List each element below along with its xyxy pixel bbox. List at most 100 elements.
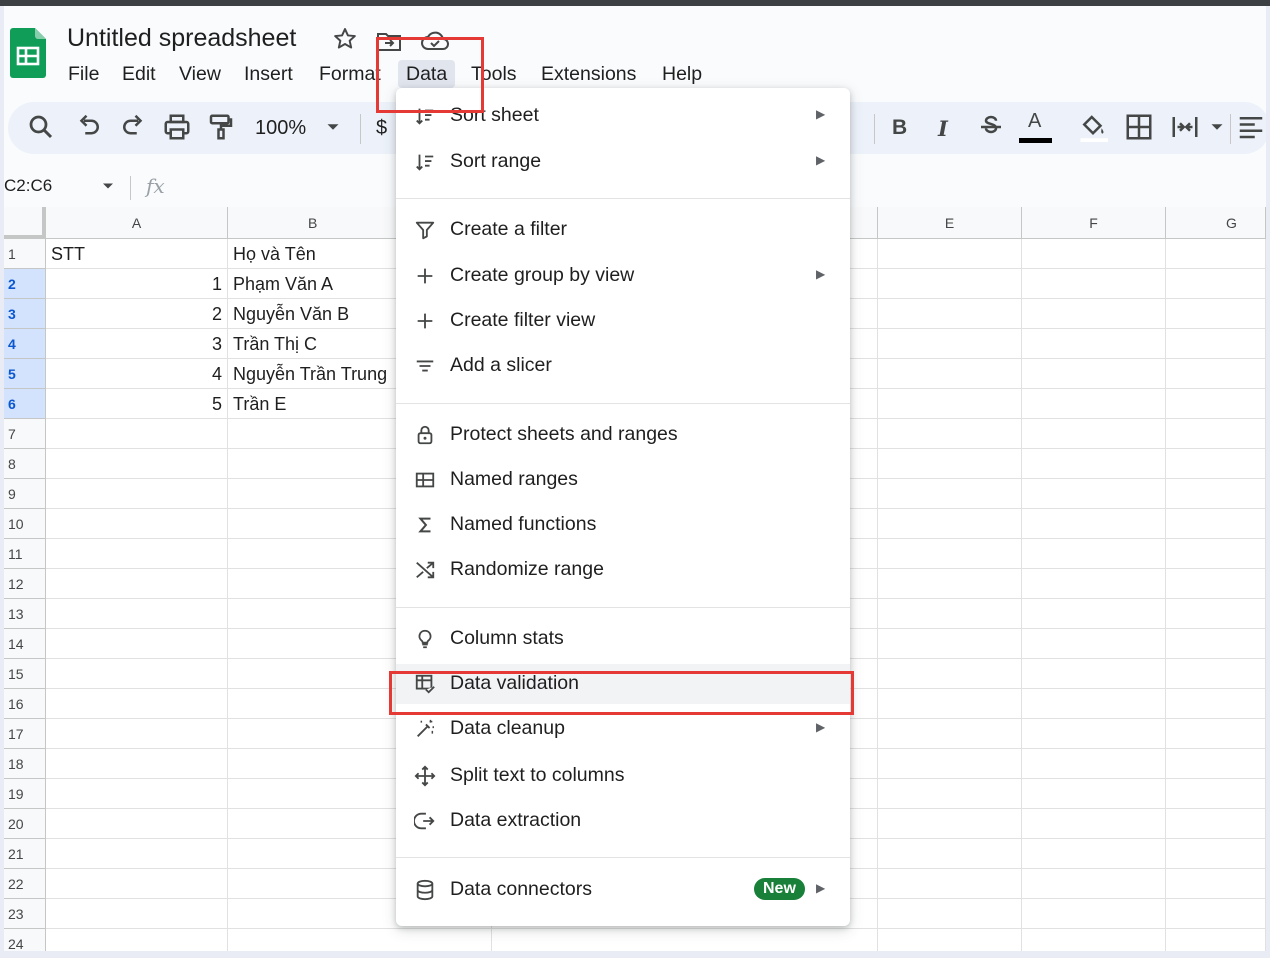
grid-cell[interactable] xyxy=(1166,809,1266,839)
grid-cell[interactable] xyxy=(878,239,1022,269)
column-header-f[interactable]: F xyxy=(1022,207,1166,239)
grid-cell[interactable] xyxy=(878,689,1022,719)
menu-format[interactable]: Format xyxy=(319,60,381,88)
grid-cell[interactable] xyxy=(46,809,228,839)
grid-cell[interactable] xyxy=(878,659,1022,689)
name-box-chevron-down-icon[interactable] xyxy=(98,176,118,196)
column-header-a[interactable]: A xyxy=(46,207,228,239)
align-left-icon[interactable] xyxy=(1236,112,1266,142)
grid-cell[interactable] xyxy=(1166,749,1266,779)
grid-cell[interactable] xyxy=(46,869,228,899)
menu-extensions[interactable]: Extensions xyxy=(541,60,636,88)
row-header[interactable]: 2 xyxy=(4,269,46,299)
star-icon[interactable] xyxy=(332,26,358,52)
row-header[interactable]: 14 xyxy=(4,629,46,659)
grid-cell[interactable] xyxy=(878,389,1022,419)
grid-cell[interactable] xyxy=(1022,239,1166,269)
grid-cell[interactable] xyxy=(878,779,1022,809)
grid-cell[interactable] xyxy=(1166,929,1266,951)
grid-cell[interactable] xyxy=(1022,899,1166,929)
borders-icon[interactable] xyxy=(1124,112,1154,142)
grid-cell[interactable] xyxy=(1166,569,1266,599)
row-header[interactable]: 22 xyxy=(4,869,46,899)
menu-insert[interactable]: Insert xyxy=(244,60,293,88)
grid-cell[interactable] xyxy=(46,659,228,689)
grid-cell[interactable] xyxy=(1166,869,1266,899)
grid-cell[interactable] xyxy=(46,449,228,479)
grid-cell[interactable] xyxy=(1166,659,1266,689)
merge-chevron-down-icon[interactable] xyxy=(1206,116,1228,138)
grid-cell[interactable] xyxy=(1166,239,1266,269)
grid-cell[interactable] xyxy=(878,929,1022,951)
zoom-chevron-down-icon[interactable] xyxy=(322,116,344,138)
grid-cell[interactable] xyxy=(1022,689,1166,719)
menu-item-named-ranges[interactable]: Named ranges xyxy=(396,460,850,500)
grid-cell[interactable] xyxy=(46,599,228,629)
row-header[interactable]: 10 xyxy=(4,509,46,539)
grid-cell[interactable] xyxy=(878,809,1022,839)
menu-help[interactable]: Help xyxy=(662,60,702,88)
menu-item-create-a-filter[interactable]: Create a filter xyxy=(396,210,850,250)
grid-cell[interactable]: 1 xyxy=(46,269,228,299)
row-header[interactable]: 23 xyxy=(4,899,46,929)
grid-cell[interactable] xyxy=(878,329,1022,359)
grid-cell[interactable] xyxy=(1022,809,1166,839)
row-header[interactable]: 9 xyxy=(4,479,46,509)
grid-cell[interactable]: 2 xyxy=(46,299,228,329)
merge-cells-icon[interactable] xyxy=(1170,112,1200,142)
grid-cell[interactable] xyxy=(46,479,228,509)
paint-format-icon[interactable] xyxy=(206,112,236,142)
grid-cell[interactable] xyxy=(1022,839,1166,869)
row-header[interactable]: 13 xyxy=(4,599,46,629)
strikethrough-icon[interactable] xyxy=(976,112,1006,142)
row-header[interactable]: 5 xyxy=(4,359,46,389)
bold-button[interactable]: B xyxy=(892,116,907,140)
menu-item-randomize-range[interactable]: Randomize range xyxy=(396,550,850,590)
grid-cell[interactable] xyxy=(1022,329,1166,359)
grid-cell[interactable] xyxy=(1022,419,1166,449)
grid-cell[interactable] xyxy=(1166,779,1266,809)
menu-item-create-group-by-view[interactable]: Create group by view ▶ xyxy=(396,256,850,296)
grid-cell[interactable] xyxy=(46,719,228,749)
menu-item-split-text-to-columns[interactable]: Split text to columns xyxy=(396,756,850,796)
row-header[interactable]: 8 xyxy=(4,449,46,479)
redo-icon[interactable] xyxy=(118,112,148,142)
grid-cell[interactable] xyxy=(1022,269,1166,299)
italic-button[interactable]: I xyxy=(938,116,948,141)
grid-cell[interactable] xyxy=(878,539,1022,569)
zoom-select[interactable]: 100% xyxy=(255,117,306,140)
grid-cell[interactable]: 4 xyxy=(46,359,228,389)
grid-cell[interactable] xyxy=(878,749,1022,779)
row-header[interactable]: 16 xyxy=(4,689,46,719)
sheets-logo-icon[interactable] xyxy=(10,28,46,78)
grid-cell[interactable] xyxy=(1022,539,1166,569)
row-header[interactable]: 15 xyxy=(4,659,46,689)
grid-cell[interactable]: STT xyxy=(46,239,228,269)
grid-cell[interactable] xyxy=(46,929,228,951)
menu-item-sort-range[interactable]: Sort range ▶ xyxy=(396,142,850,182)
menu-item-data-cleanup[interactable]: Data cleanup ▶ xyxy=(396,709,850,749)
grid-cell[interactable] xyxy=(878,899,1022,929)
grid-cell[interactable] xyxy=(878,509,1022,539)
grid-cell[interactable] xyxy=(1166,269,1266,299)
grid-cell[interactable] xyxy=(1022,389,1166,419)
menu-view[interactable]: View xyxy=(179,60,221,88)
grid-cell[interactable] xyxy=(1022,779,1166,809)
grid-cell[interactable] xyxy=(1166,299,1266,329)
grid-cell[interactable] xyxy=(46,899,228,929)
grid-cell[interactable]: 5 xyxy=(46,389,228,419)
menu-item-protect-sheets-and-ranges[interactable]: Protect sheets and ranges xyxy=(396,415,850,455)
grid-cell[interactable] xyxy=(1166,419,1266,449)
print-icon[interactable] xyxy=(162,112,192,142)
grid-cell[interactable] xyxy=(1166,839,1266,869)
grid-cell[interactable] xyxy=(1022,569,1166,599)
column-header-e[interactable]: E xyxy=(878,207,1022,239)
grid-cell[interactable] xyxy=(1166,479,1266,509)
undo-icon[interactable] xyxy=(74,112,104,142)
grid-cell[interactable] xyxy=(1166,509,1266,539)
grid-cell[interactable] xyxy=(878,479,1022,509)
row-header[interactable]: 11 xyxy=(4,539,46,569)
grid-cell[interactable] xyxy=(492,929,878,951)
grid-cell[interactable] xyxy=(1022,659,1166,689)
grid-cell[interactable] xyxy=(1166,899,1266,929)
